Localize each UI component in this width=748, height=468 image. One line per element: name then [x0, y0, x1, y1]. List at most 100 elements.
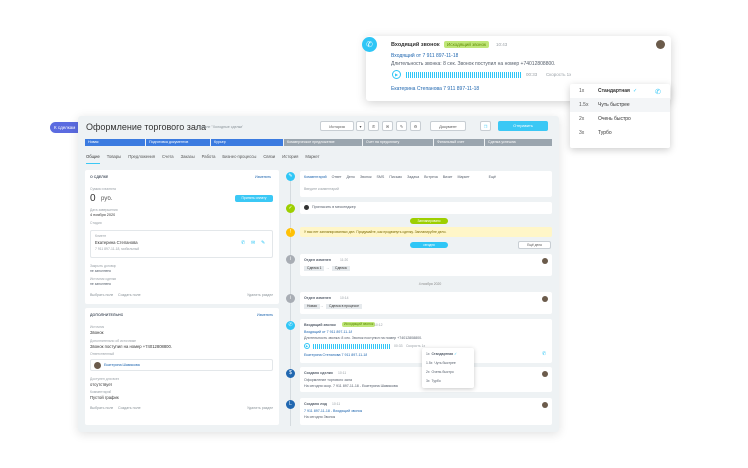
invite-text[interactable]: Пригласить в мессенджер: [312, 205, 356, 209]
stage-final[interactable]: Финальный счет: [434, 139, 484, 146]
tab-history[interactable]: История: [282, 154, 298, 164]
speed-option[interactable]: 1.5x Чуть быстрее: [426, 361, 456, 365]
page-subtitle: в отделе "Холодные сделки": [196, 125, 244, 129]
chat-icon[interactable]: ✎: [261, 240, 265, 246]
play-icon[interactable]: ▶: [304, 343, 310, 349]
activity-tab-market[interactable]: Маркет: [457, 175, 469, 179]
activity-tab-more[interactable]: Ещё: [489, 175, 496, 179]
stage-success[interactable]: Сделка успешна: [485, 139, 552, 146]
select-field-link[interactable]: Выбрать поле: [90, 293, 113, 297]
activity-tab-visit[interactable]: Визит: [443, 175, 453, 179]
copy-icon[interactable]: ❐: [480, 121, 491, 131]
responsible-name[interactable]: Екатерина Шамякова: [104, 363, 140, 367]
speed-option-fast[interactable]: 2x Очень быстро: [570, 112, 670, 126]
phone-icon[interactable]: ✆: [241, 240, 245, 246]
timeline-title: Создано лид: [304, 402, 327, 406]
timeline-item: Создано лид 10:11 7 911 897-11-18 - Вход…: [300, 398, 552, 425]
activity-tab-call[interactable]: Звонок: [360, 175, 372, 179]
stage-offer[interactable]: Коммерческое предложение: [284, 139, 362, 146]
play-icon[interactable]: ▶: [392, 70, 401, 79]
call-title: Входящий звонок: [304, 323, 336, 327]
speed-option[interactable]: 3x Турбо: [426, 379, 441, 383]
chevron-down-icon[interactable]: ▾: [356, 121, 365, 131]
mail-icon[interactable]: ✉: [382, 121, 393, 131]
select-field-link[interactable]: Выбрать поле: [90, 406, 113, 410]
tab-invoices[interactable]: Счета: [162, 154, 174, 164]
accept-payment-button[interactable]: Принять оплату: [235, 195, 273, 202]
tab-market[interactable]: Маркет: [305, 154, 319, 164]
resp-label: Источник сделки: [90, 277, 117, 281]
timeline-to: Сделка: [332, 266, 350, 271]
activity-tab-comment[interactable]: Комментарий: [304, 175, 327, 179]
timeline-time: 10:14: [340, 296, 349, 300]
tab-general[interactable]: Общие: [86, 154, 100, 164]
delete-section-link[interactable]: Удалить раздел: [247, 406, 273, 410]
speed-menu-small: 1x Стандартная ✓ 1.5x Чуть быстрее 2x Оч…: [422, 348, 474, 388]
activity-tabs: Комментарий Ответ Дело Звонок SMS Письмо…: [304, 175, 496, 179]
arrow-icon: →: [320, 304, 324, 308]
timeline-title: Создано сделки: [304, 371, 333, 375]
call-contact[interactable]: Екатерина Степанова 7 911 897-11-18: [304, 353, 367, 357]
info-icon: i: [286, 294, 295, 303]
activity-editor: Комментарий Ответ Дело Звонок SMS Письмо…: [300, 171, 552, 197]
activity-tab-sms[interactable]: SMS: [377, 175, 385, 179]
popup-title: Входящий звонок: [391, 42, 440, 48]
stage-new[interactable]: Новая: [85, 139, 145, 146]
send-button[interactable]: Отправить: [498, 121, 548, 131]
activity-tab-todo[interactable]: Задача: [407, 175, 419, 179]
create-field-link[interactable]: Создать поле: [118, 293, 141, 297]
popup-contact[interactable]: Екатерина Степанова 7 911 897-11-18: [391, 86, 479, 92]
stage-courier[interactable]: Курьер: [211, 139, 283, 146]
speed-option[interactable]: 2x Очень быстро: [426, 370, 454, 374]
call-badge: Исходящий звонок: [342, 322, 376, 327]
phone-icon[interactable]: ✆: [655, 88, 661, 96]
tab-links[interactable]: Связи: [263, 154, 275, 164]
speed-option-faster[interactable]: 1.5x Чуть быстрее: [570, 98, 670, 112]
stage-docs[interactable]: Подготовка документов: [146, 139, 210, 146]
tab-orders[interactable]: Заказы: [181, 154, 195, 164]
gear-icon[interactable]: ⚙: [410, 121, 421, 131]
comment-input[interactable]: Введите комментарий: [304, 187, 339, 191]
popup-from[interactable]: Входящий от 7 911 897-11-18: [391, 53, 458, 59]
audio-waveform[interactable]: [313, 344, 391, 349]
create-field-link[interactable]: Создать поле: [118, 406, 141, 410]
call-from[interactable]: Входящий от 7 911 897-11-18: [304, 330, 352, 334]
timeline-time: 10:11: [332, 402, 341, 406]
mail-icon[interactable]: ✉: [251, 240, 255, 246]
extra-panel: ДОПОЛНИТЕЛЬНО Изменить Источник Звонок Д…: [85, 308, 279, 425]
messenger-icon: [304, 205, 309, 210]
activity-tab-meeting[interactable]: Встреча: [424, 175, 438, 179]
more-tasks-button[interactable]: Ещё дела: [518, 241, 551, 249]
tab-work[interactable]: Работа: [202, 154, 216, 164]
date-value[interactable]: 4 ноября 2020: [90, 213, 115, 217]
speed-selector[interactable]: Скорость 1x: [546, 72, 571, 77]
t-value: отсутствует: [90, 382, 113, 387]
back-to-deals-button[interactable]: К сделкам: [50, 122, 80, 133]
activity-tab-email[interactable]: Письмо: [389, 175, 402, 179]
delete-section-link[interactable]: Удалить раздел: [247, 293, 273, 297]
timeline-from: Сделка 1: [304, 266, 325, 271]
client-name[interactable]: Екатерина Степанова: [95, 240, 138, 245]
speed-option[interactable]: 1x Стандартная ✓: [426, 352, 457, 356]
extra-edit-link[interactable]: Изменить: [257, 313, 273, 317]
timeline-line1[interactable]: 7 911 897-11-18 - Входящий звонок: [304, 409, 362, 413]
activity-tab-task[interactable]: Дело: [346, 175, 354, 179]
client-card: Клиент Екатерина Степанова 7 911 897-11-…: [90, 230, 273, 258]
tab-offers[interactable]: Предложения: [128, 154, 155, 164]
tab-bp[interactable]: Бизнес-процессы: [222, 154, 256, 164]
t-label: Доступен для всех: [90, 377, 120, 381]
timeline-to: Сделка в процессе: [326, 304, 362, 309]
tab-products[interactable]: Товары: [107, 154, 121, 164]
chat-icon[interactable]: ✎: [396, 121, 407, 131]
activity-tab-reply[interactable]: Ответ: [332, 175, 342, 179]
about-edit-link[interactable]: Изменить: [255, 175, 271, 179]
stage-prepay[interactable]: Счет на предоплату: [363, 139, 433, 146]
phone-icon[interactable]: ✆: [368, 121, 379, 131]
speed-option-turbo[interactable]: 3x Турбо: [570, 126, 670, 140]
audio-waveform[interactable]: [406, 72, 522, 78]
popup-badge: Исходящий звонок: [444, 41, 489, 48]
resp-value: не заполнено: [90, 282, 112, 286]
phone-icon[interactable]: ✆: [542, 351, 546, 357]
history-button[interactable]: История: [320, 121, 354, 131]
document-button[interactable]: Документ: [430, 121, 466, 131]
